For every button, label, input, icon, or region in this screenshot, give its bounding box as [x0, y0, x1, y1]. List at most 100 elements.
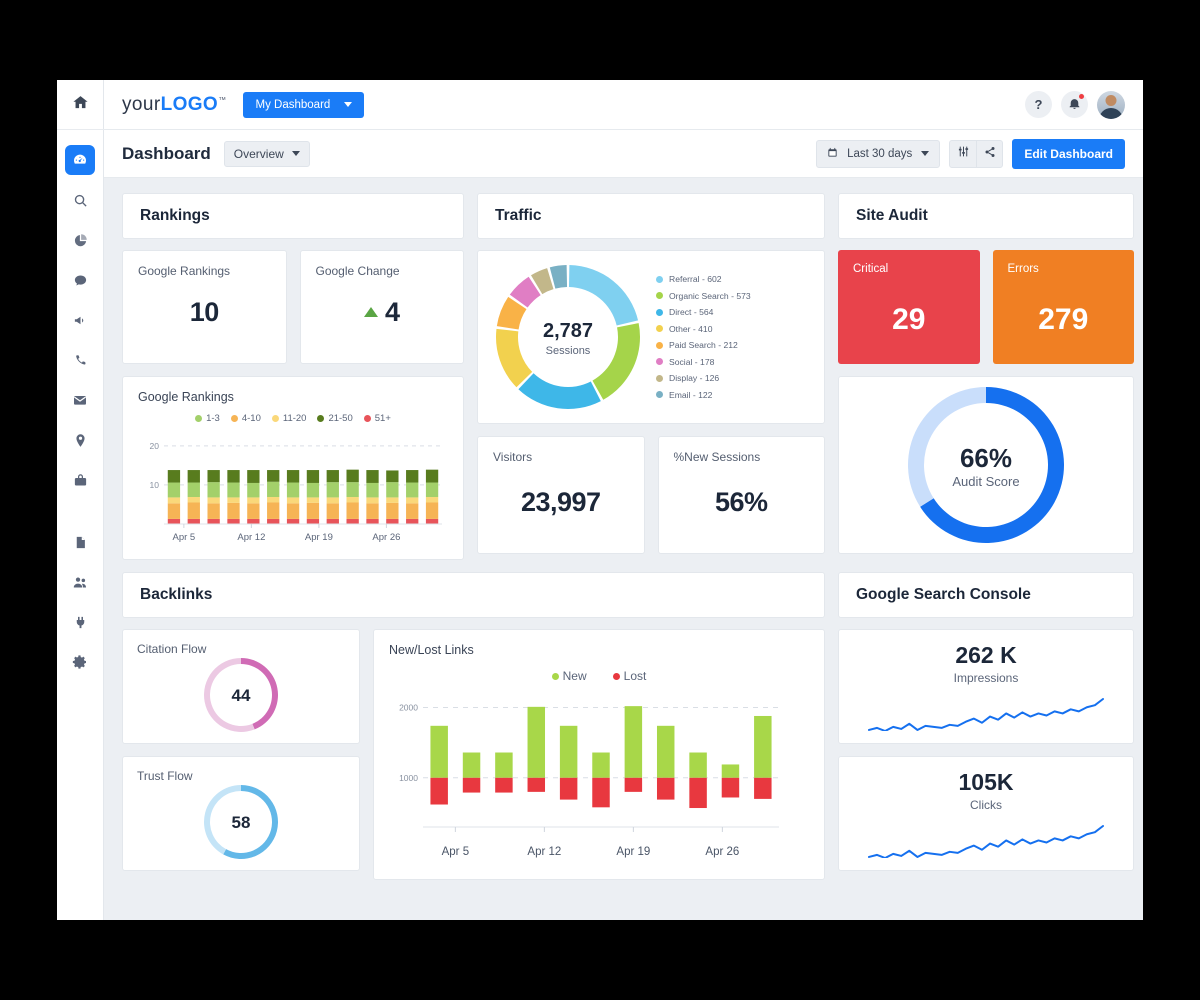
- legend-swatch: [656, 325, 663, 333]
- traffic-donut-chart: 2,787 Sessions: [496, 265, 640, 409]
- legend-label: 11-20: [282, 413, 307, 424]
- backlinks-header: Backlinks: [122, 572, 825, 618]
- kpi-google-rankings[interactable]: Google Rankings 10: [122, 250, 287, 364]
- chart-audit-score[interactable]: 66% Audit Score: [838, 376, 1134, 554]
- notifications-button[interactable]: [1061, 91, 1088, 118]
- sidebar-item-home[interactable]: [57, 80, 104, 130]
- citation-flow-gauge: 44: [204, 658, 278, 732]
- legend-item: 11-20: [271, 413, 307, 424]
- card-trust-flow[interactable]: Trust Flow 58: [122, 756, 360, 871]
- logo-trademark: ™: [218, 95, 227, 105]
- date-range-picker[interactable]: Last 30 days: [816, 139, 941, 168]
- chevron-down-icon: [921, 151, 930, 156]
- kpi-value: 23,997: [520, 487, 601, 517]
- donut-legend-item: Referral - 602: [656, 274, 751, 284]
- my-dashboard-button[interactable]: My Dashboard: [242, 91, 365, 118]
- trend-up-icon: [363, 307, 378, 317]
- legend-swatch: [656, 358, 663, 366]
- bell-icon: [1068, 97, 1081, 113]
- card-impressions[interactable]: 262 K Impressions: [838, 629, 1134, 744]
- filter-settings-button[interactable]: [950, 141, 976, 167]
- backlinks-body: Citation Flow 44 Trust Flow 58 New/Lost …: [122, 629, 825, 880]
- chart-traffic-sources[interactable]: 2,787 Sessions Referral - 602 Organic Sear…: [477, 250, 825, 424]
- legend-item: Lost: [612, 669, 647, 683]
- sidebar-item-documents[interactable]: [65, 527, 95, 557]
- donut-legend: Referral - 602 Organic Search - 573 Direct…: [644, 274, 751, 400]
- metric-value: 105K: [958, 769, 1014, 795]
- sidebar-item-integrations[interactable]: [65, 607, 95, 637]
- svg-text:44: 44: [232, 686, 251, 705]
- kpi-value: 56%: [714, 487, 768, 517]
- megaphone-icon: [73, 313, 88, 328]
- rankings-kpis: Google Rankings 10 Google Change 4: [122, 250, 464, 364]
- chart-title: New/Lost Links: [389, 643, 474, 657]
- panel-traffic: Traffic 2,787 Sessions Referral - 602 Orga…: [477, 193, 825, 560]
- edit-dashboard-button[interactable]: Edit Dashboard: [1012, 138, 1125, 169]
- donut-legend-item: Other - 410: [656, 324, 751, 334]
- overview-select[interactable]: Overview: [223, 140, 310, 167]
- card-clicks[interactable]: 105K Clicks: [838, 756, 1134, 871]
- legend-swatch: [656, 341, 663, 349]
- kpi-google-change[interactable]: Google Change 4: [299, 250, 464, 364]
- sidebar-item-search[interactable]: [65, 185, 95, 215]
- svg-text:Apr 5: Apr 5: [442, 846, 470, 858]
- metric-label: Impressions: [953, 671, 1019, 685]
- card-errors[interactable]: Errors 279: [992, 250, 1134, 364]
- chevron-down-icon: [344, 102, 353, 107]
- legend-swatch: [230, 415, 238, 422]
- donut-legend-item: Display - 126: [656, 373, 751, 383]
- panel-site-audit: Site Audit Critical 29 Errors 279 66% Aud…: [838, 193, 1134, 560]
- legend-swatch: [363, 415, 371, 422]
- kpi-new-sessions[interactable]: %New Sessions 56%: [657, 436, 825, 554]
- traffic-header: Traffic: [477, 193, 825, 239]
- chart-google-rankings[interactable]: Google Rankings 1-3 4-10 11-20 21-50 51+ 10 2…: [122, 376, 464, 560]
- legend-item: 1-3: [195, 413, 220, 424]
- share-button[interactable]: [976, 140, 1002, 167]
- legend-swatch: [656, 374, 663, 382]
- sidebar-item-calls[interactable]: [65, 345, 95, 375]
- sidebar-item-users[interactable]: [65, 567, 95, 597]
- flow-label: Trust Flow: [137, 769, 193, 783]
- sidebar-item-business[interactable]: [65, 465, 95, 495]
- kpi-label: %New Sessions: [673, 450, 761, 464]
- card-citation-flow[interactable]: Citation Flow 44: [122, 629, 360, 744]
- kpi-visitors[interactable]: Visitors 23,997: [477, 436, 645, 554]
- rankings-header: Rankings: [122, 193, 464, 239]
- legend-label: Direct - 564: [669, 307, 714, 318]
- help-button[interactable]: ?: [1025, 91, 1052, 118]
- sidebar-item-dashboard[interactable]: [65, 145, 95, 175]
- kpi-label: Google Rankings: [138, 264, 231, 278]
- card-value: 29: [892, 303, 926, 336]
- svg-text:1000: 1000: [399, 773, 418, 783]
- overview-select-label: Overview: [233, 146, 284, 161]
- legend-label: 1-3: [206, 413, 220, 424]
- donut-legend-item: Paid Search - 212: [656, 340, 751, 350]
- sidebar-item-campaigns[interactable]: [65, 305, 95, 335]
- card-critical[interactable]: Critical 29: [838, 250, 980, 364]
- date-range-label: Last 30 days: [847, 147, 913, 160]
- sidebar-item-reports[interactable]: [65, 225, 95, 255]
- legend-item: 51+: [363, 413, 391, 424]
- sliders-icon: [957, 145, 970, 163]
- avatar[interactable]: [1097, 90, 1125, 119]
- chart-new-lost-links[interactable]: New/Lost Links New Lost 1000 2000 Apr 5 Apr …: [373, 629, 825, 880]
- donut-legend-item: Organic Search - 573: [656, 291, 751, 301]
- backlinks-title: Backlinks: [140, 586, 213, 603]
- legend-swatch: [656, 391, 663, 399]
- legend-label: Display - 126: [669, 373, 720, 384]
- my-dashboard-label: My Dashboard: [255, 98, 331, 111]
- legend-label: Lost: [623, 669, 647, 683]
- sidebar-item-email[interactable]: [65, 385, 95, 415]
- legend-label: Email - 122: [669, 389, 713, 400]
- sidebar-item-settings[interactable]: [65, 647, 95, 677]
- brand-logo[interactable]: yourLOGO™: [122, 94, 227, 116]
- card-label: Critical: [853, 263, 889, 275]
- traffic-title: Traffic: [495, 207, 542, 224]
- sidebar-item-local[interactable]: [65, 425, 95, 455]
- sidebar-item-messages[interactable]: [65, 265, 95, 295]
- question-mark-icon: ?: [1034, 97, 1043, 112]
- new-lost-bar-chart: 1000 2000 Apr 5 Apr 12 Apr 19 Apr 26: [399, 703, 779, 858]
- legend-item: New: [551, 669, 587, 683]
- svg-text:66%: 66%: [960, 443, 1012, 473]
- chevron-down-icon: [291, 151, 300, 156]
